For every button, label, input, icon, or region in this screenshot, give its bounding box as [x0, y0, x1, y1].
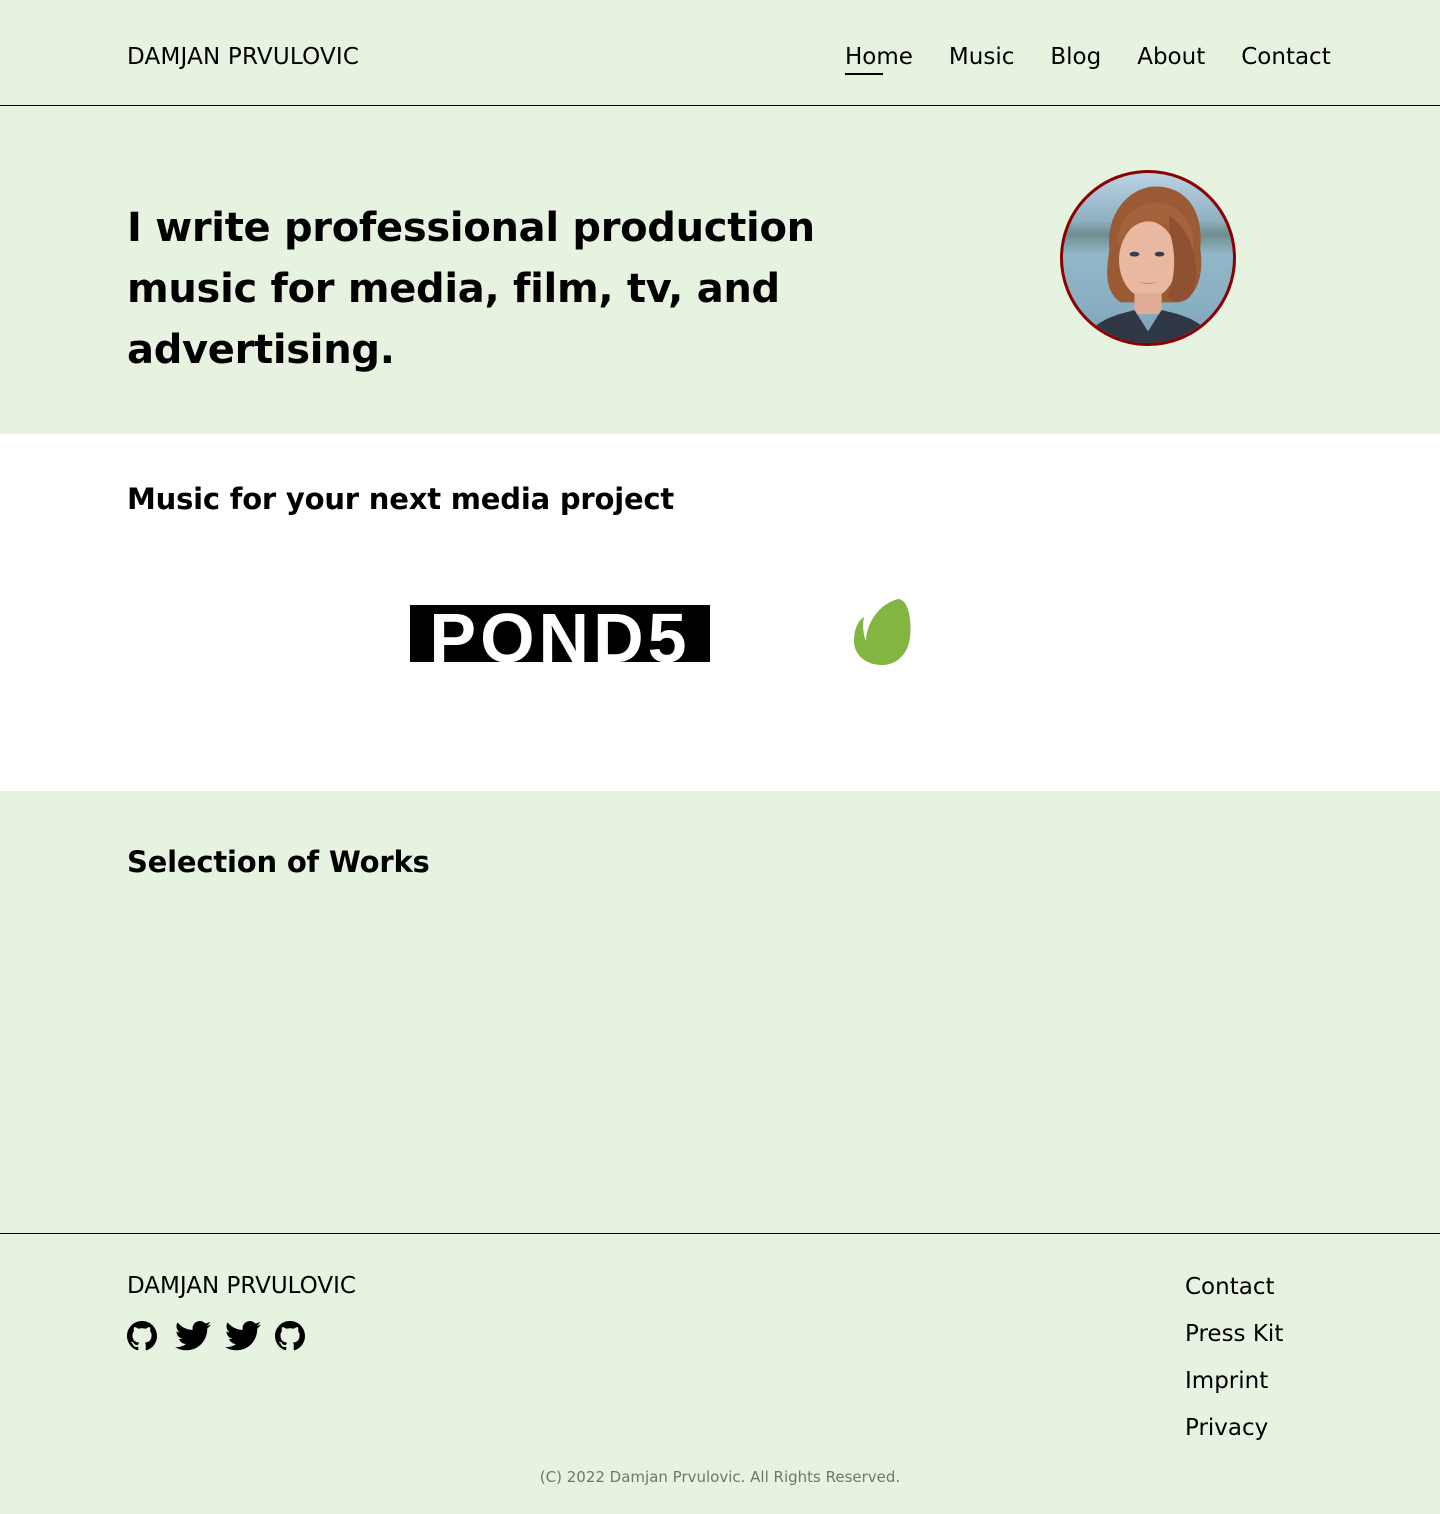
github-icon	[127, 1321, 157, 1351]
envato-logo[interactable]	[850, 597, 914, 667]
twitter-link-2[interactable]	[225, 1321, 261, 1351]
site-footer: DAMJAN PRVULOVIC Contact Press Kit Impri…	[0, 1234, 1440, 1514]
github-link-2[interactable]	[275, 1321, 305, 1351]
nav-music[interactable]: Music	[949, 42, 1014, 72]
works-section: Selection of Works	[0, 791, 1440, 1234]
footer-link-contact[interactable]: Contact	[1185, 1272, 1283, 1302]
nav-contact[interactable]: Contact	[1241, 42, 1330, 72]
social-links	[127, 1321, 323, 1351]
nav-home[interactable]: Home	[845, 42, 913, 75]
hero-section: I write professional production music fo…	[0, 106, 1440, 434]
twitter-link[interactable]	[175, 1321, 211, 1351]
footer-links: Contact Press Kit Imprint Privacy	[1185, 1272, 1283, 1460]
pond5-logo[interactable]: POND5	[410, 605, 710, 662]
github-icon	[275, 1321, 305, 1351]
avatar	[1060, 170, 1236, 346]
hero-title: I write professional production music fo…	[127, 205, 815, 373]
footer-brand: DAMJAN PRVULOVIC	[127, 1273, 356, 1299]
footer-link-press-kit[interactable]: Press Kit	[1185, 1319, 1283, 1349]
partners-section: Music for your next media project POND5	[0, 434, 1440, 791]
twitter-icon	[225, 1321, 261, 1351]
main-nav: Home Music Blog About Contact	[845, 42, 1331, 75]
footer-link-privacy[interactable]: Privacy	[1185, 1413, 1283, 1443]
partners-title: Music for your next media project	[127, 482, 675, 516]
twitter-icon	[175, 1321, 211, 1351]
footer-link-imprint[interactable]: Imprint	[1185, 1366, 1283, 1396]
works-title: Selection of Works	[127, 845, 430, 879]
github-link[interactable]	[127, 1321, 157, 1351]
brand-logo-link[interactable]: DAMJAN PRVULOVIC	[127, 44, 359, 70]
nav-about[interactable]: About	[1137, 42, 1205, 72]
nav-blog[interactable]: Blog	[1050, 42, 1101, 72]
site-header: DAMJAN PRVULOVIC Home Music Blog About C…	[0, 0, 1440, 106]
portrait-image	[1082, 186, 1214, 343]
copyright-text: (C) 2022 Damjan Prvulovic. All Rights Re…	[539, 1468, 901, 1486]
envato-leaf-icon	[854, 599, 911, 665]
